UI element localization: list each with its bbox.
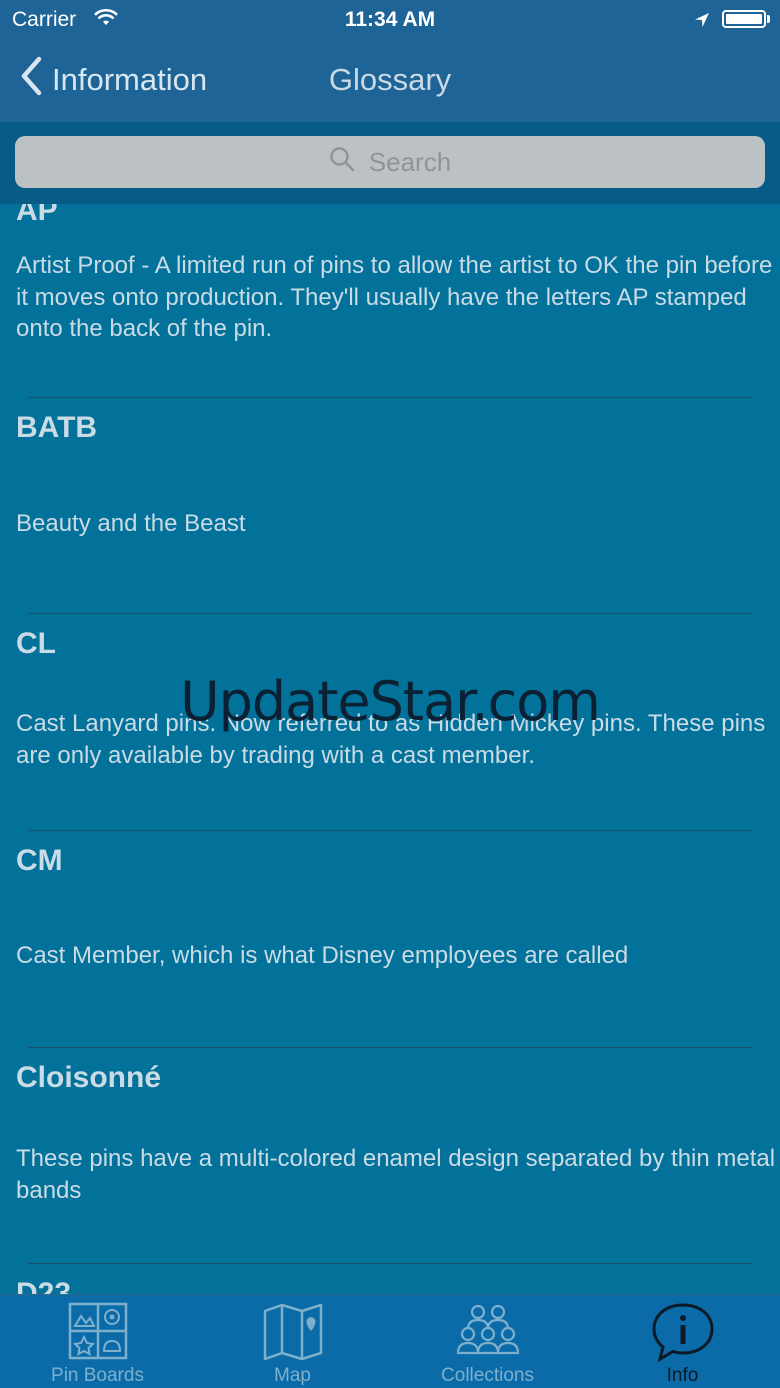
glossary-definition: Cast Lanyard pins. Now referred to as Hi… (16, 710, 766, 769)
tab-bar: Pin Boards Map Collections Info (0, 1294, 780, 1388)
divider (28, 613, 752, 614)
glossary-definition: Beauty and the Beast (16, 510, 246, 537)
tab-label: Pin Boards (51, 1365, 144, 1386)
tab-label: Info (666, 1365, 699, 1386)
back-label: Information (52, 62, 208, 97)
glossary-term: D23 (16, 1277, 72, 1294)
collections-icon (455, 1301, 521, 1366)
search-icon (329, 146, 369, 179)
divider (28, 1047, 752, 1048)
chevron-left-icon (20, 56, 52, 104)
status-bar: Carrier 11:34 AM (0, 0, 780, 40)
glossary-term: BATB (16, 411, 98, 444)
location-arrow-icon (694, 10, 710, 34)
tab-label: Collections (441, 1365, 534, 1386)
battery-icon (722, 10, 766, 28)
glossary-term: CL (16, 627, 56, 660)
back-button[interactable]: Information (20, 56, 208, 104)
divider (28, 830, 752, 831)
glossary-term: Cloisonné (16, 1061, 162, 1094)
glossary-term: CM (16, 844, 63, 877)
search-placeholder: Search (368, 146, 452, 177)
tab-label: Map (274, 1365, 311, 1386)
glossary-term: AP (16, 204, 58, 227)
top-bar: Carrier 11:34 AM Information Glossary (0, 0, 780, 122)
clock: 11:34 AM (344, 8, 436, 31)
tab-pin-boards[interactable]: Pin Boards (0, 1295, 195, 1388)
search-input[interactable]: Search (15, 136, 765, 188)
glossary-definition: These pins have a multi-colored enamel d… (16, 1145, 776, 1204)
tab-collections[interactable]: Collections (390, 1295, 585, 1388)
tab-info[interactable]: Info (585, 1295, 780, 1388)
glossary-definition: Cast Member, which is what Disney employ… (16, 942, 629, 969)
tab-map[interactable]: Map (195, 1295, 390, 1388)
divider (28, 397, 752, 398)
map-icon (262, 1301, 324, 1366)
divider (28, 1263, 752, 1264)
glossary-list[interactable]: AP Artist Proof - A limited run of pins … (0, 204, 780, 1294)
glossary-definition: Artist Proof - A limited run of pins to … (16, 252, 773, 342)
info-icon (650, 1301, 716, 1368)
battery-tip (767, 15, 770, 23)
pin-boards-icon (67, 1301, 129, 1366)
